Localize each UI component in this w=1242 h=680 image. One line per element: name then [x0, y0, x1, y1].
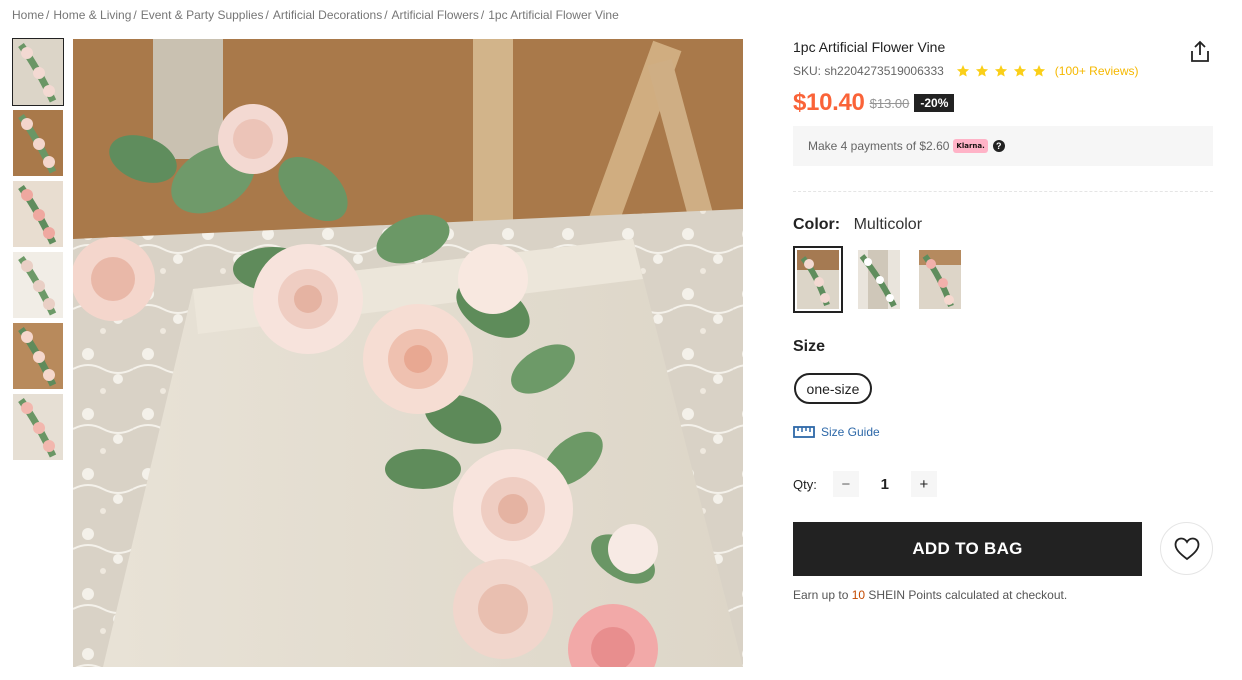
- points-prefix: Earn up to: [793, 588, 849, 602]
- breadcrumb-item[interactable]: 1pc Artificial Flower Vine: [488, 8, 619, 22]
- share-button[interactable]: [1189, 40, 1211, 64]
- color-swatch-3[interactable]: [915, 246, 965, 313]
- product-title: 1pc Artificial Flower Vine: [793, 39, 946, 55]
- sku-text: SKU: sh2204273519006333: [793, 64, 944, 78]
- color-label-title: Color:: [793, 216, 841, 233]
- size-option-one-size[interactable]: one-size: [794, 373, 872, 404]
- sale-price: $10.40: [793, 89, 865, 116]
- points-value: 10: [851, 588, 866, 602]
- share-icon: [1191, 40, 1209, 62]
- price-line: $10.40 $13.00 -20%: [793, 89, 955, 117]
- breadcrumb-item[interactable]: Artificial Flowers: [392, 8, 479, 22]
- color-swatches: [793, 246, 976, 313]
- qty-decrease-button[interactable]: −: [832, 471, 859, 497]
- qty-input[interactable]: 1: [858, 471, 911, 497]
- divider: [793, 191, 1213, 192]
- breadcrumb-item[interactable]: Home: [12, 8, 44, 22]
- wishlist-button[interactable]: [1160, 522, 1213, 575]
- color-label: Color: Multicolor: [793, 216, 922, 234]
- star-icon: [994, 65, 1007, 77]
- thumbnail-5[interactable]: [13, 323, 63, 389]
- klarna-logo: Klarna.: [953, 139, 988, 153]
- quantity-row: Qty: − 1 +: [793, 471, 937, 497]
- thumbnail-2[interactable]: [13, 110, 63, 176]
- breadcrumb: Home / Home & Living / Event & Party Supplie…: [12, 8, 619, 22]
- heart-icon: [1174, 537, 1199, 560]
- thumbnail-6[interactable]: [13, 394, 63, 460]
- size-guide-link[interactable]: Size Guide: [793, 425, 880, 439]
- klarna-installments: Make 4 payments of $2.60 Klarna. ?: [793, 126, 1213, 166]
- original-price: $13.00: [869, 95, 910, 111]
- ruler-icon: [793, 426, 815, 438]
- breadcrumb-item[interactable]: Home & Living: [53, 8, 131, 22]
- size-label: Size: [793, 338, 826, 355]
- reviews-link[interactable]: (100+ Reviews): [1055, 64, 1139, 78]
- add-to-bag-button[interactable]: ADD TO BAG: [793, 522, 1142, 576]
- breadcrumb-item[interactable]: Artificial Decorations: [273, 8, 382, 22]
- quantity-stepper: − 1 +: [832, 471, 937, 497]
- thumbnail-3[interactable]: [13, 181, 63, 247]
- star-icon: [1032, 65, 1045, 77]
- thumbnail-list: [12, 38, 64, 465]
- breadcrumb-item[interactable]: Event & Party Supplies: [141, 8, 264, 22]
- thumbnail-4[interactable]: [13, 252, 63, 318]
- qty-increase-button[interactable]: +: [910, 471, 937, 497]
- color-swatch-1[interactable]: [793, 246, 843, 313]
- help-icon[interactable]: ?: [992, 140, 1005, 152]
- thumbnail-1[interactable]: [12, 38, 64, 106]
- klarna-text: Make 4 payments of $2.60: [808, 139, 950, 153]
- sku-rating-line: SKU: sh2204273519006333 (100+ Reviews): [793, 64, 1139, 78]
- star-rating: [956, 64, 1051, 78]
- main-product-image[interactable]: [73, 39, 743, 667]
- qty-label: Qty:: [793, 476, 817, 492]
- breadcrumb-separator: /: [265, 8, 269, 22]
- breadcrumb-separator: /: [133, 8, 137, 22]
- color-value: Multicolor: [853, 216, 923, 233]
- points-suffix: SHEIN Points calculated at checkout.: [868, 588, 1068, 602]
- breadcrumb-separator: /: [480, 8, 485, 22]
- breadcrumb-separator: /: [46, 8, 50, 22]
- color-swatch-2[interactable]: [854, 246, 904, 313]
- breadcrumb-separator: /: [384, 8, 388, 22]
- points-info: Earn up to 10 SHEIN Points calculated at…: [793, 588, 1067, 602]
- size-guide-label: Size Guide: [821, 425, 880, 439]
- discount-badge: -20%: [914, 94, 955, 112]
- star-icon: [956, 65, 969, 77]
- star-icon: [1013, 65, 1026, 77]
- star-icon: [975, 65, 988, 77]
